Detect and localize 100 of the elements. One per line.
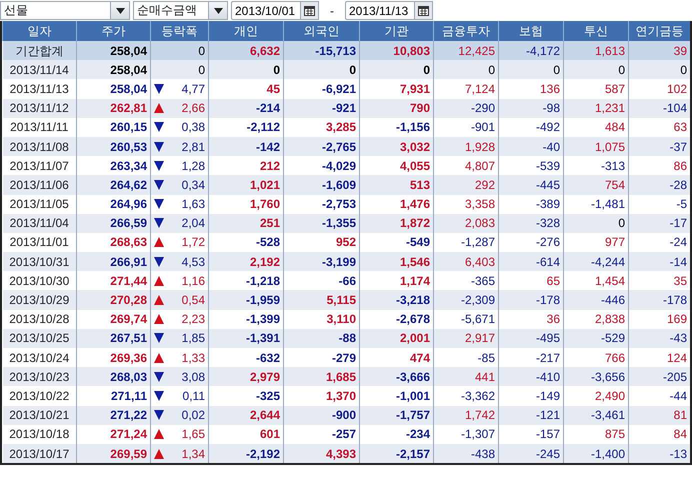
table-cell: -205 [628, 367, 690, 386]
change-value: 0,02 [182, 407, 205, 424]
table-cell: 0 [564, 60, 628, 80]
price-cell: 269,59 [76, 444, 150, 464]
market-dropdown[interactable]: 선물 [0, 1, 130, 20]
table-cell: 0 [498, 60, 564, 80]
price-cell: 268,03 [76, 367, 150, 386]
date-cell: 2013/10/25 [2, 328, 76, 348]
change-value: 2,23 [182, 311, 205, 328]
table-cell: -178 [628, 290, 690, 310]
table-cell: 2,979 [208, 367, 284, 386]
change-value: 4,77 [182, 80, 205, 97]
price-cell: 262,81 [76, 98, 150, 118]
date-cell: 2013/10/28 [2, 310, 76, 329]
change-value: 1,85 [182, 330, 205, 346]
table-cell: -4,244 [564, 252, 628, 272]
table-cell: -410 [498, 367, 564, 386]
date-cell: 2013/11/05 [2, 194, 76, 214]
table-cell: 1,872 [360, 214, 434, 233]
table-cell: -1,757 [360, 406, 434, 425]
table-cell: -121 [498, 406, 564, 425]
column-header[interactable]: 등락폭 [150, 21, 208, 41]
price-cell: 260,53 [76, 136, 150, 156]
table-cell: -445 [498, 175, 564, 194]
price-cell: 270,28 [76, 290, 150, 310]
table-cell: -921 [284, 98, 360, 118]
date-cell: 2013/11/08 [2, 136, 76, 156]
calendar-button[interactable] [301, 1, 319, 20]
table-cell: -178 [498, 290, 564, 310]
table-cell: -3,656 [564, 367, 628, 386]
table-cell: 251 [208, 214, 284, 233]
table-cell: -495 [498, 328, 564, 348]
table-cell: 1,613 [564, 41, 628, 60]
date-cell: 2013/10/29 [2, 290, 76, 310]
table-cell: -4,172 [498, 41, 564, 60]
date-cell: 2013/10/23 [2, 367, 76, 386]
column-header[interactable]: 외국인 [284, 21, 360, 41]
change-value: 1,72 [182, 234, 205, 250]
start-date-field[interactable]: 2013/10/01 [231, 1, 301, 20]
column-header[interactable]: 기관 [360, 21, 434, 41]
table-cell: 0 [434, 60, 498, 80]
column-header[interactable]: 투신 [564, 21, 628, 41]
table-cell: -529 [564, 328, 628, 348]
column-header[interactable]: 개인 [208, 21, 284, 41]
table-cell: 12,425 [434, 41, 498, 60]
row-label: 기간합계 [2, 41, 76, 60]
table-cell: -15,713 [284, 41, 360, 60]
date-cell: 2013/11/12 [2, 98, 76, 118]
table-cell: -98 [498, 98, 564, 118]
date-cell: 2013/10/22 [2, 386, 76, 406]
table-cell: -614 [498, 252, 564, 272]
date-cell: 2013/11/14 [2, 60, 76, 80]
change-value: 1,16 [182, 272, 205, 289]
table-cell: 2,917 [434, 328, 498, 348]
measure-dropdown[interactable]: 순매수금액 [133, 1, 228, 20]
table-cell: 0 [208, 60, 284, 80]
price-cell: 266,59 [76, 214, 150, 233]
table-cell: -214 [208, 98, 284, 118]
table-cell: -438 [434, 444, 498, 464]
change-value: 0 [198, 62, 205, 78]
column-header[interactable]: 연기금등 [628, 21, 690, 41]
date-cell: 2013/10/24 [2, 348, 76, 368]
table-cell: 292 [434, 175, 498, 194]
table-cell: -1,609 [284, 175, 360, 194]
end-date-field[interactable]: 2013/11/13 [345, 1, 415, 20]
table-cell: 1,231 [564, 98, 628, 118]
table-cell: 0 [628, 60, 690, 80]
column-header[interactable]: 보험 [498, 21, 564, 41]
table-cell: 2,001 [360, 328, 434, 348]
table-cell: 1,685 [284, 367, 360, 386]
change-value: 2,81 [182, 138, 205, 155]
date-cell: 2013/11/13 [2, 79, 76, 99]
caret-icon [116, 8, 124, 14]
table-cell: -3,666 [360, 367, 434, 386]
table-cell: -104 [628, 98, 690, 118]
table-cell: 3,032 [360, 136, 434, 156]
date-cell: 2013/10/18 [2, 424, 76, 444]
calendar-button[interactable] [415, 1, 433, 20]
calendar-icon [304, 6, 315, 16]
price-cell: 258,04 [76, 60, 150, 80]
table-cell: 2,083 [434, 214, 498, 233]
table-cell: 10,803 [360, 41, 434, 60]
change-value: 2,04 [182, 215, 205, 232]
column-header[interactable]: 일자 [2, 21, 76, 41]
table-cell: 81 [628, 406, 690, 425]
table-cell: 441 [434, 367, 498, 386]
table-cell: -37 [628, 136, 690, 156]
change-value: 0,54 [182, 292, 205, 308]
table-cell: -245 [498, 444, 564, 464]
date-cell: 2013/10/31 [2, 252, 76, 272]
table-cell: -1,959 [208, 290, 284, 310]
column-header[interactable]: 주가 [76, 21, 150, 41]
change-value: 4,53 [182, 254, 205, 270]
table-cell: -43 [628, 328, 690, 348]
table-cell: 754 [564, 175, 628, 194]
table-cell: 2,644 [208, 406, 284, 425]
table-cell: -446 [564, 290, 628, 310]
column-header[interactable]: 금융투자 [434, 21, 498, 41]
change-value: 0 [198, 42, 205, 59]
table-cell: 6,632 [208, 41, 284, 60]
